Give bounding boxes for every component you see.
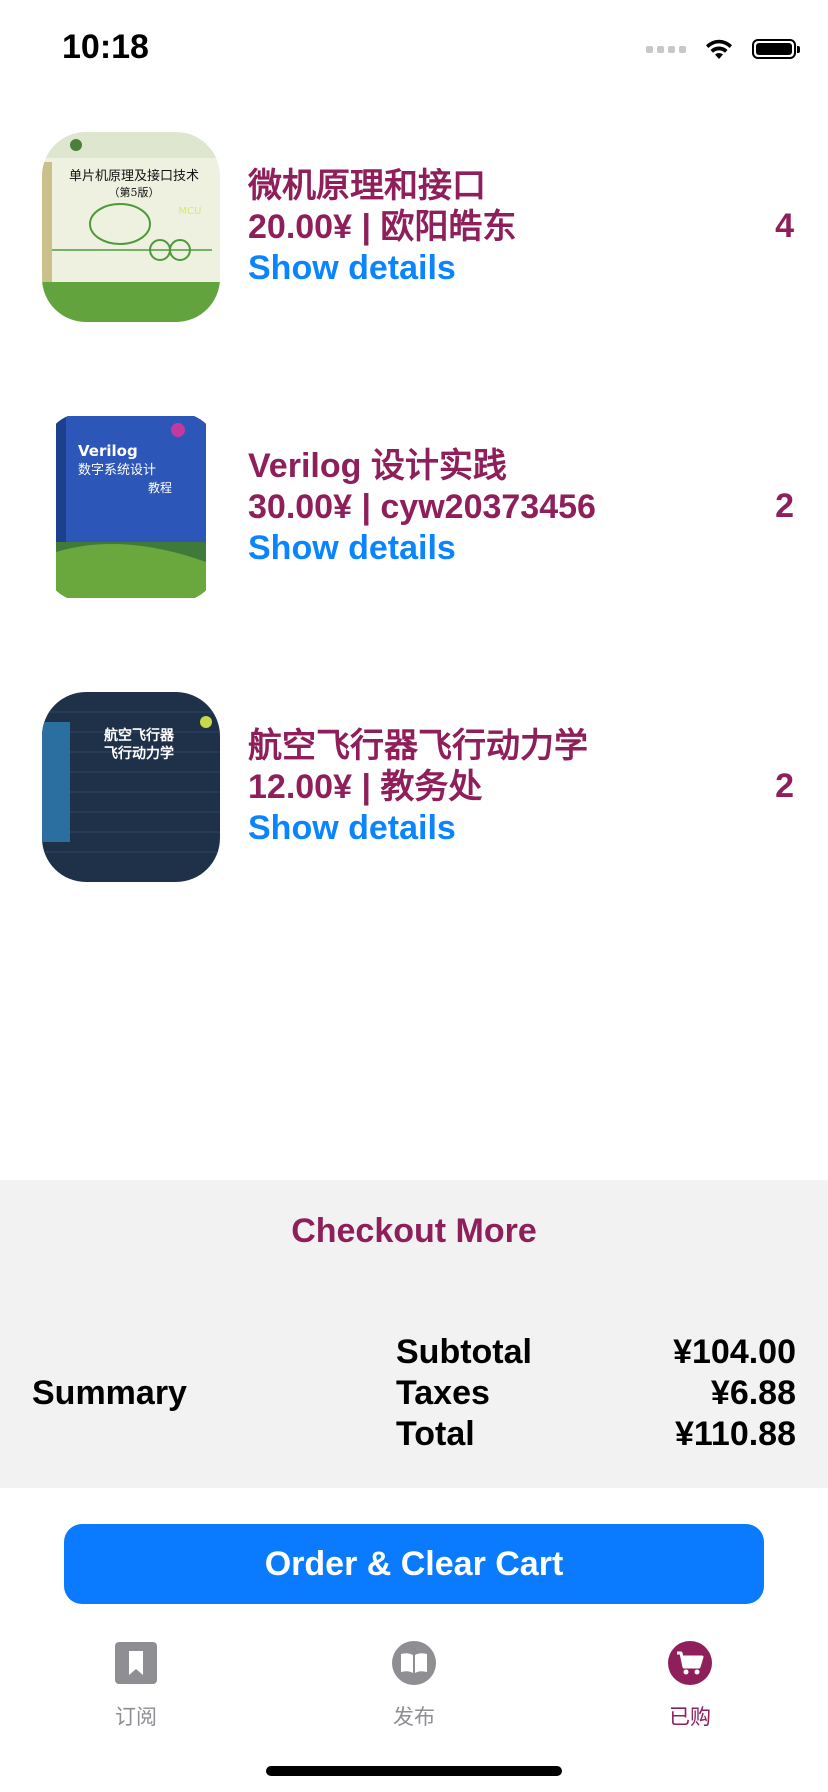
book-cover-image: 单片机原理及接口技术 （第5版） MCU	[42, 132, 220, 322]
open-book-icon	[392, 1641, 436, 1685]
cart-icon	[668, 1641, 712, 1685]
cover-title-text: 单片机原理及接口技术	[69, 168, 199, 184]
item-info: Verilog 设计实践 30.00¥ | cyw20373456 Show d…	[248, 446, 596, 569]
summary-rows: Subtotal ¥104.00 Taxes ¥6.88 Total ¥110.…	[396, 1332, 796, 1455]
svg-text:飞行动力学: 飞行动力学	[104, 745, 174, 762]
show-details-link[interactable]: Show details	[248, 248, 516, 289]
cover-title-text: 航空飞行器	[104, 727, 175, 744]
item-price-seller: 12.00¥ | 教务处	[248, 768, 483, 806]
item-info: 航空飞行器飞行动力学 12.00¥ | 教务处 Show details	[248, 726, 588, 849]
total-row: Total ¥110.88	[396, 1414, 796, 1455]
order-clear-cart-button[interactable]: Order & Clear Cart	[64, 1524, 764, 1604]
svg-text:（第5版）: （第5版）	[109, 185, 160, 199]
book-cover-image: 航空飞行器 飞行动力学	[42, 692, 220, 882]
book-cover-image: Verilog 数字系统设计 教程	[42, 412, 220, 602]
battery-icon	[752, 39, 800, 59]
subtotal-label: Subtotal	[396, 1333, 532, 1371]
status-bar: 10:18	[0, 0, 828, 100]
svg-text:MCU: MCU	[179, 206, 202, 217]
svg-text:教程: 教程	[148, 480, 172, 495]
item-info: 微机原理和接口 20.00¥ | 欧阳皓东 Show details	[248, 166, 516, 289]
tab-subscribe[interactable]: 订阅	[66, 1636, 206, 1731]
svg-text:数字系统设计: 数字系统设计	[78, 463, 156, 478]
tab-bar: 订阅 发布 已购	[0, 1636, 828, 1746]
tab-purchased[interactable]: 已购	[620, 1636, 760, 1731]
cart-list: 单片机原理及接口技术 （第5版） MCU 微机原理和接口 20.00¥ | 欧阳…	[0, 110, 828, 950]
item-quantity: 2	[775, 767, 794, 805]
show-details-link[interactable]: Show details	[248, 808, 588, 849]
item-quantity: 2	[775, 487, 794, 525]
tab-publish[interactable]: 发布	[344, 1636, 484, 1731]
cellular-signal-icon	[646, 45, 686, 53]
total-value: ¥110.88	[674, 1415, 796, 1453]
cover-title-text: Verilog	[78, 442, 138, 460]
checkout-more-button[interactable]: Checkout More	[0, 1212, 828, 1251]
home-indicator	[266, 1766, 562, 1776]
taxes-label: Taxes	[396, 1374, 490, 1412]
cart-item[interactable]: Verilog 数字系统设计 教程 Verilog 设计实践 30.00¥ | …	[0, 390, 828, 670]
item-title: Verilog 设计实践	[248, 447, 507, 485]
order-summary: Checkout More Summary Subtotal ¥104.00 T…	[0, 1180, 828, 1488]
item-price-seller: 30.00¥ | cyw20373456	[248, 488, 596, 526]
subtotal-row: Subtotal ¥104.00	[396, 1332, 796, 1373]
tab-label: 订阅	[115, 1706, 157, 1729]
show-details-link[interactable]: Show details	[248, 528, 596, 569]
subtotal-value: ¥104.00	[673, 1333, 796, 1371]
total-label: Total	[396, 1415, 475, 1453]
cart-item[interactable]: 单片机原理及接口技术 （第5版） MCU 微机原理和接口 20.00¥ | 欧阳…	[0, 110, 828, 390]
item-price-seller: 20.00¥ | 欧阳皓东	[248, 208, 517, 246]
cart-item[interactable]: 航空飞行器 飞行动力学 航空飞行器飞行动力学 12.00¥ | 教务处 Show…	[0, 670, 828, 950]
summary-label: Summary	[32, 1374, 187, 1412]
status-time: 10:18	[62, 28, 149, 66]
item-quantity: 4	[775, 207, 794, 245]
bookmark-icon	[115, 1642, 157, 1684]
item-title: 微机原理和接口	[248, 167, 486, 205]
item-title: 航空飞行器飞行动力学	[248, 727, 588, 765]
wifi-icon	[706, 39, 732, 59]
tab-label: 发布	[393, 1706, 435, 1729]
taxes-row: Taxes ¥6.88	[396, 1373, 796, 1414]
taxes-value: ¥6.88	[710, 1374, 796, 1412]
status-indicators	[646, 34, 800, 64]
tab-label: 已购	[669, 1706, 711, 1729]
